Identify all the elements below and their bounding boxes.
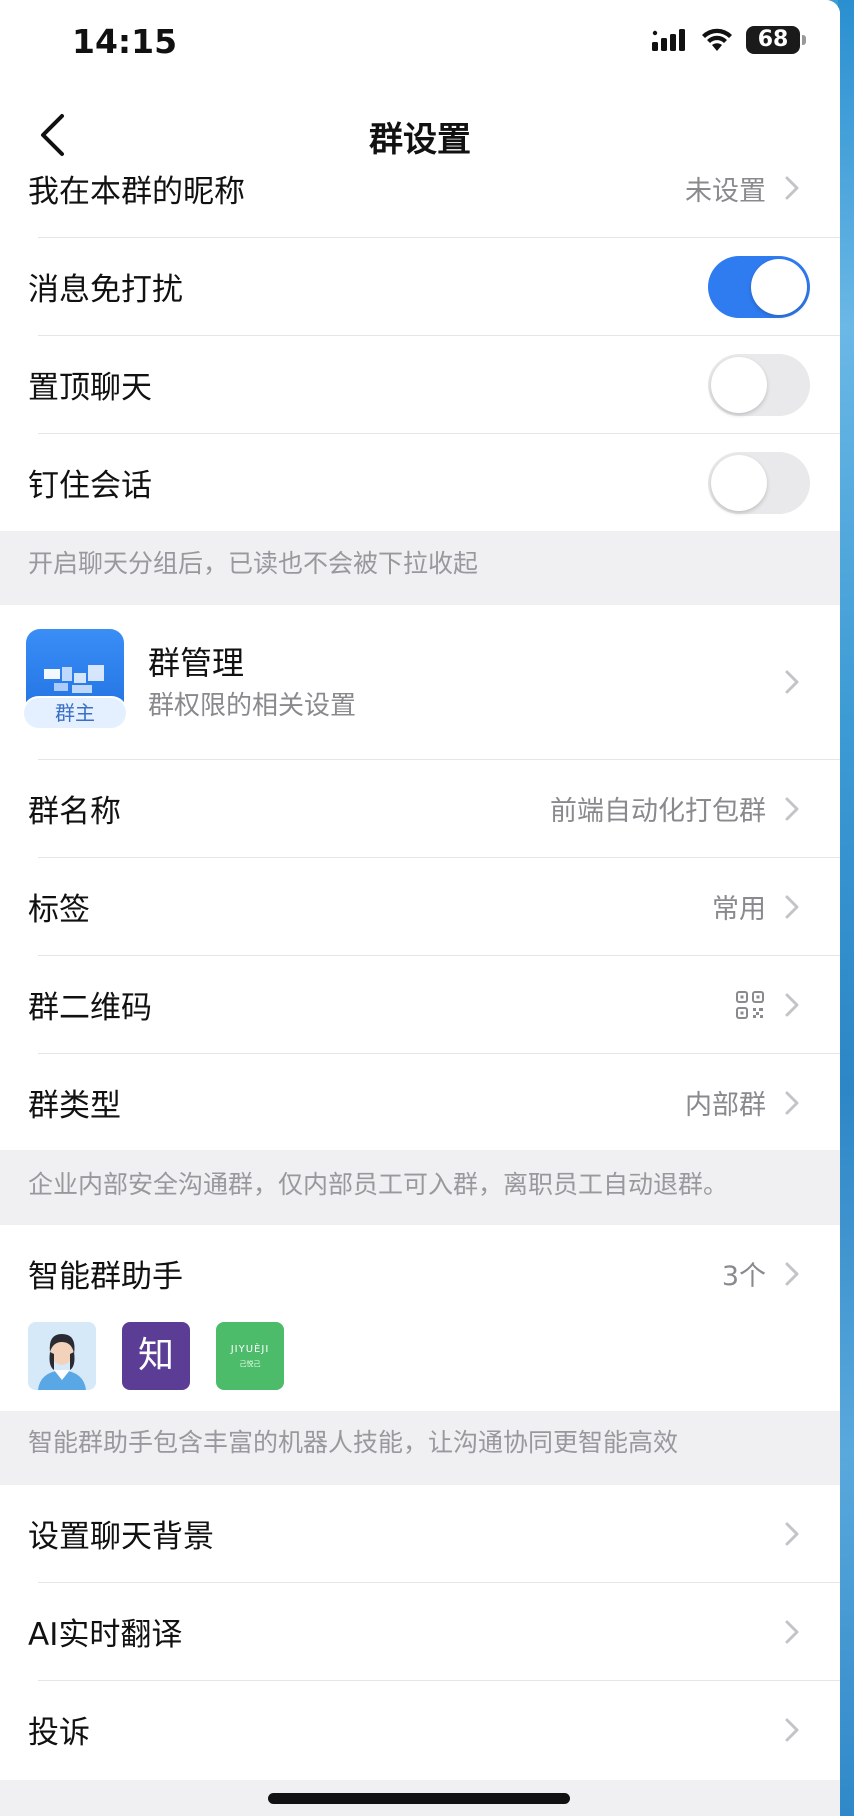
ai-translate-label: AI实时翻译 [28,1617,183,1653]
group-type-label: 群类型 [28,1088,121,1124]
owner-badge: 群主 [22,696,128,730]
status-bar: 14:15 68 [0,0,840,90]
chevron-right-icon [785,895,799,918]
status-time: 14:15 [72,22,178,61]
pin-top-toggle[interactable] [708,353,810,416]
assistant-zhi[interactable]: 知 [122,1322,190,1390]
group-chat-note: 开启聊天分组后，已读也不会被下拉收起 [28,549,479,578]
toggle-knob [751,258,807,315]
nickname-row[interactable]: 我在本群的昵称 未设置 [0,143,840,233]
mute-toggle[interactable] [708,255,810,318]
group-manage-subtitle: 群权限的相关设置 [148,691,357,721]
group-type-row[interactable]: 群类型 内部群 [0,1054,840,1151]
battery-icon: 68 [746,26,806,54]
home-indicator [268,1793,570,1804]
chevron-right-icon [785,1522,799,1545]
mute-row: 消息免打扰 [0,238,840,335]
ai-translate-row[interactable]: AI实时翻译 [0,1583,840,1680]
background-edge [838,0,854,1816]
assistant-count: 3个 [721,1261,766,1292]
chevron-right-icon [785,1262,799,1285]
pin-top-row: 置顶聊天 [0,336,840,433]
chevron-right-icon [785,797,799,820]
pin-session-label: 钉住会话 [28,468,152,504]
group-manage-title: 群管理 [148,644,245,682]
qrcode-row[interactable]: 群二维码 [0,956,840,1053]
group-name-value: 前端自动化打包群 [550,796,766,827]
chat-bg-row[interactable]: 设置聊天背景 [0,1485,840,1582]
chat-bg-label: 设置聊天背景 [28,1519,214,1555]
status-icons: 68 [652,26,806,54]
assistant-avatar-woman[interactable] [28,1322,96,1390]
qrcode-icon [736,990,764,1019]
group-manage-row[interactable]: 群主 群管理 群权限的相关设置 [0,605,840,760]
tag-label: 标签 [28,892,90,928]
phone-screen: 14:15 68 群设置 我在本群的昵称 未设置 消息免打扰 置顶聊天 钉住会话… [0,0,840,1816]
complain-label: 投诉 [28,1715,90,1751]
chevron-right-icon [785,670,799,694]
assistant-list: 知 JIYUÈJI 己悦己 [28,1322,328,1390]
complain-row[interactable]: 投诉 [0,1681,840,1778]
toggle-knob [711,356,767,413]
assistant-row[interactable]: 智能群助手 3个 [0,1225,840,1322]
tag-value: 常用 [712,894,766,925]
group-type-note: 企业内部安全沟通群，仅内部员工可入群，离职员工自动退群。 [28,1170,729,1199]
pin-session-toggle[interactable] [708,451,810,514]
woman-avatar-icon [28,1322,96,1390]
nickname-label: 我在本群的昵称 [28,173,245,210]
pin-top-label: 置顶聊天 [28,370,152,406]
group-type-value: 内部群 [685,1090,766,1121]
chevron-right-icon [785,176,799,200]
signal-icon [652,29,685,51]
jiyueji-sub: 己悦己 [239,1360,261,1368]
group-name-row[interactable]: 群名称 前端自动化打包群 [0,760,840,857]
jiyueji-text: JIYUÈJI [230,1344,270,1355]
chevron-right-icon [785,1091,799,1114]
pin-session-row: 钉住会话 [0,434,840,531]
assistant-jiyueji[interactable]: JIYUÈJI 己悦己 [216,1322,284,1390]
assistant-label: 智能群助手 [28,1259,183,1295]
toggle-knob [711,454,767,511]
group-name-label: 群名称 [28,794,121,830]
qrcode-label: 群二维码 [28,990,152,1026]
chevron-right-icon [785,1620,799,1643]
tag-row[interactable]: 标签 常用 [0,858,840,955]
chevron-right-icon [785,1718,799,1741]
assistant-note: 智能群助手包含丰富的机器人技能，让沟通协同更智能高效 [28,1428,679,1457]
nickname-value: 未设置 [685,175,766,207]
wifi-icon [702,28,732,51]
chevron-right-icon [785,993,799,1016]
zhi-text: 知 [137,1335,174,1376]
mute-label: 消息免打扰 [28,272,183,308]
